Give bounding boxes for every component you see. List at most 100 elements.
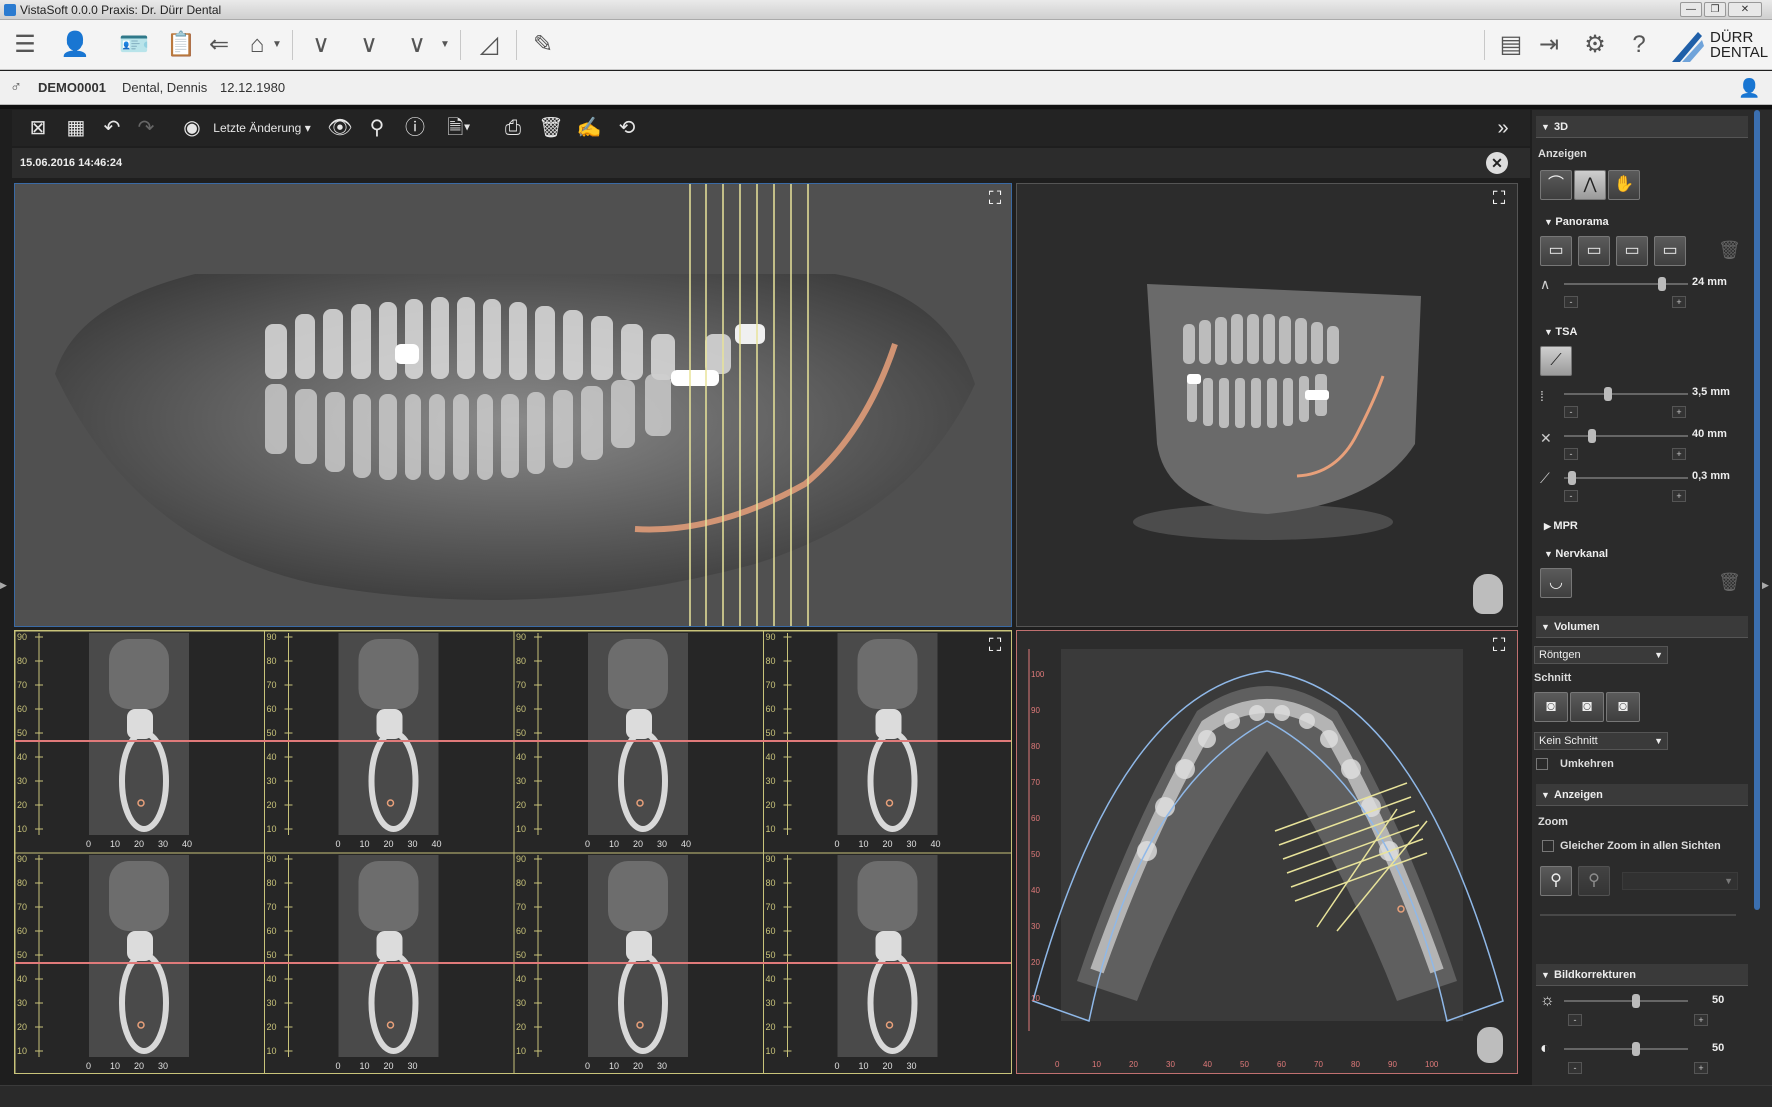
expand-panel-icon[interactable]: » (1490, 114, 1516, 142)
redo-icon[interactable]: ↷ (134, 114, 158, 142)
report-icon[interactable]: ▤ (1494, 28, 1528, 62)
restore-button[interactable]: ❐ (1704, 2, 1726, 17)
undo-icon[interactable]: ↶ (100, 114, 124, 142)
chevron-down-icon[interactable]: ▼ (270, 28, 284, 62)
cut-select[interactable]: Kein Schnitt (1534, 732, 1668, 750)
panorama-preset-4[interactable]: ▭ (1654, 236, 1686, 266)
logout-icon[interactable]: ⇥ (1532, 28, 1566, 62)
arch-lower-icon[interactable]: ∨ (352, 28, 386, 62)
cut-mode-1-button[interactable]: ◙ (1534, 692, 1568, 722)
trash-icon[interactable]: 🗑 (1718, 572, 1741, 593)
axial-view[interactable]: 100 90 80 70 60 50 40 30 20 10 0 10 20 30 40 50 60 70 80 90… (1016, 630, 1518, 1074)
tsa-spacing-slider[interactable] (1564, 387, 1688, 401)
minimize-button[interactable]: — (1680, 2, 1702, 17)
volume-mode-select[interactable]: Röntgen (1534, 646, 1668, 664)
user-icon[interactable]: 👤 (1738, 71, 1760, 105)
nerve-canal-button[interactable]: ◡ (1540, 568, 1572, 598)
tsa-button[interactable]: ⟋ (1540, 346, 1572, 376)
orientation-head-icon[interactable] (1473, 574, 1503, 614)
increase-button[interactable]: + (1672, 448, 1686, 460)
increase-button[interactable]: + (1672, 490, 1686, 502)
panorama-preset-2[interactable]: ▭ (1578, 236, 1610, 266)
increase-button[interactable]: + (1672, 296, 1686, 308)
layout-icon[interactable]: ▦ (62, 114, 90, 142)
panorama-thickness-slider[interactable] (1564, 277, 1688, 291)
cut-mode-2-button[interactable]: ◙ (1570, 692, 1604, 722)
trash-icon[interactable]: 🗑 (1718, 240, 1741, 261)
tsa-label[interactable]: TSA (1544, 326, 1577, 338)
same-zoom-checkbox[interactable] (1542, 840, 1554, 852)
fullscreen-icon[interactable]: ⛶ (983, 188, 1007, 210)
fullscreen-icon[interactable]: ⛶ (1487, 635, 1511, 657)
trash-icon[interactable]: 🗑 (538, 114, 564, 142)
cut-mode-3-button[interactable]: ◙ (1606, 692, 1640, 722)
cross-sections-view[interactable]: 90 80 70 60 50 40 30 20 10 0 10 20 30 40 90 80 70 60 50 40 3… (14, 630, 1012, 1074)
fullscreen-icon[interactable]: ⛶ (983, 635, 1007, 657)
annotate-icon[interactable]: ✍ (576, 114, 602, 142)
decrease-button[interactable]: - (1564, 406, 1578, 418)
collapse-right-icon[interactable]: ▶ (1762, 580, 1770, 591)
clipboard-icon[interactable]: 📋 (164, 28, 198, 62)
y-tick-label: 70 (267, 902, 277, 912)
info-icon[interactable]: ⓘ (402, 114, 428, 142)
section-3d[interactable]: 3D (1536, 116, 1748, 138)
chevron-down-icon[interactable]: ▼ (438, 28, 452, 62)
tsa-thickness-slider[interactable] (1564, 471, 1688, 485)
panorama-label[interactable]: Panorama (1544, 216, 1608, 228)
history-dropdown[interactable]: Letzte Änderung ▾ (208, 114, 316, 142)
section-volumen[interactable]: Volumen (1536, 616, 1748, 638)
zoom-slider[interactable] (1540, 914, 1736, 916)
help-icon[interactable]: ? (1622, 28, 1656, 62)
list-icon[interactable]: ☰ (8, 28, 42, 62)
panorama-view[interactable]: ⛶ (14, 183, 1012, 627)
contrast-slider[interactable] (1564, 1042, 1688, 1056)
fullscreen-icon[interactable]: ⛶ (1487, 188, 1511, 210)
increase-button[interactable]: + (1694, 1014, 1708, 1026)
close-window-button[interactable]: ✕ (1728, 2, 1762, 17)
eye-icon[interactable]: ◉ (180, 114, 204, 142)
print-icon[interactable]: ⎙ (500, 114, 526, 142)
zoom-100-icon[interactable]: ⚲ (1578, 866, 1610, 896)
implant-icon[interactable]: ⚲ (364, 114, 390, 142)
visibility-icon[interactable]: 👁 (326, 114, 354, 142)
decrease-button[interactable]: - (1564, 448, 1578, 460)
decrease-button[interactable]: - (1568, 1014, 1582, 1026)
brightness-slider[interactable] (1564, 994, 1688, 1008)
decrease-button[interactable]: - (1564, 296, 1578, 308)
export-icon[interactable]: 🗎▾ (442, 114, 476, 142)
tooth-icon[interactable]: ⌂ (240, 28, 274, 62)
reset-icon[interactable]: ⟲ (614, 114, 640, 142)
patient-icon[interactable]: 👤 (58, 28, 92, 62)
nervkanal-label[interactable]: Nervkanal (1544, 548, 1608, 560)
section-anzeigen[interactable]: Anzeigen (1536, 784, 1748, 806)
curve-view-button[interactable]: ⌒ (1540, 170, 1572, 200)
collapse-left-icon[interactable]: ▶ (0, 580, 8, 591)
section-bildkorrekturen[interactable]: Bildkorrekturen (1536, 964, 1748, 986)
panorama-preset-1[interactable]: ▭ (1540, 236, 1572, 266)
orientation-head-icon[interactable] (1477, 1027, 1503, 1063)
arch-implant-icon[interactable]: ∨ (400, 28, 434, 62)
close-study-icon[interactable]: ⊠ (24, 114, 52, 142)
decrease-button[interactable]: - (1568, 1062, 1582, 1074)
settings-icon[interactable]: ⚙ (1578, 28, 1612, 62)
pen-icon[interactable]: ✎ (526, 28, 560, 62)
nerve-view-button[interactable]: ⋀ (1574, 170, 1606, 200)
zoom-icon[interactable]: ⚲ (1540, 866, 1572, 896)
sidebar-scrollbar[interactable] (1754, 110, 1760, 910)
volume-3d-view[interactable]: ⛶ (1016, 183, 1518, 627)
hand-tool-button[interactable]: ✋ (1608, 170, 1640, 200)
arch-upper-icon[interactable]: ∨ (304, 28, 338, 62)
tsa-length-slider[interactable] (1564, 429, 1688, 443)
close-exam-icon[interactable]: ✕ (1486, 152, 1508, 174)
increase-button[interactable]: + (1694, 1062, 1708, 1074)
import-icon[interactable]: ⇐ (202, 28, 236, 62)
zoom-select[interactable] (1622, 872, 1738, 890)
increase-button[interactable]: + (1672, 406, 1686, 418)
thickness-icon: ⟋ (1540, 470, 1550, 486)
panorama-preset-3[interactable]: ▭ (1616, 236, 1648, 266)
decrease-button[interactable]: - (1564, 490, 1578, 502)
jaw-scan-icon[interactable]: ◿ (472, 28, 506, 62)
umkehren-checkbox[interactable] (1536, 758, 1548, 770)
patient-card-icon[interactable]: 🪪 (112, 28, 156, 62)
mpr-label[interactable]: MPR (1544, 520, 1577, 532)
